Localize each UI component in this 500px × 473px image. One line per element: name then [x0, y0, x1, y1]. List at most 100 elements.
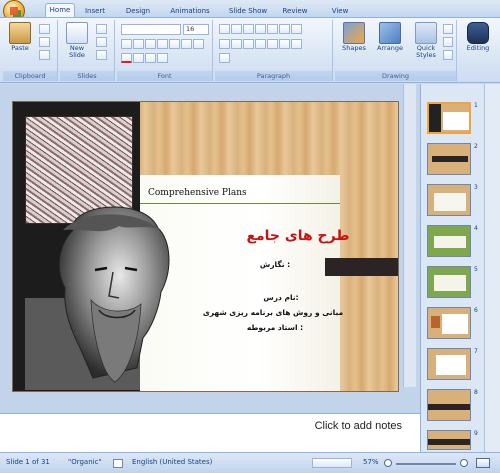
thumbnails-scrollbar[interactable] — [484, 84, 500, 452]
slides-group-label: Slides — [60, 71, 114, 81]
status-bar: Slide 1 of 31 "Organic" English (United … — [0, 452, 500, 473]
zoom-level[interactable]: 57% — [363, 458, 379, 466]
bold-icon — [121, 39, 132, 49]
notes-placeholder: Click to add notes — [314, 420, 402, 432]
increase-indent-icon — [255, 24, 266, 34]
language-indicator[interactable]: English (United States) — [132, 458, 212, 466]
tab-view[interactable]: View — [325, 5, 355, 17]
tab-review[interactable]: Review — [280, 5, 310, 17]
layout-icon[interactable] — [96, 24, 108, 35]
font-size-combo[interactable]: 16 — [183, 24, 209, 35]
fit-slide-icon[interactable] — [476, 458, 490, 468]
tab-animations[interactable]: Animations — [165, 5, 215, 17]
zoom-slider[interactable] — [396, 463, 456, 465]
font-color-icon — [121, 53, 132, 63]
new-slide-label: New Slide — [69, 44, 85, 59]
copy-icon[interactable] — [39, 37, 51, 48]
slides-group: New Slide Slides — [60, 20, 115, 81]
paragraph-row-1[interactable] — [219, 24, 303, 35]
binoculars-icon — [467, 22, 489, 44]
thumbnail-slide-7[interactable] — [427, 348, 471, 380]
arrange-label: Arrange — [377, 44, 403, 52]
new-slide-button[interactable]: New Slide — [62, 22, 92, 68]
thumbnail-slide-4[interactable] — [427, 225, 471, 257]
paragraph-row-2[interactable] — [219, 39, 303, 50]
slide-canvas[interactable]: Comprehensive Plans طرح های جامع نگارش :… — [12, 101, 399, 392]
clipboard-group-label: Clipboard — [3, 71, 57, 81]
font-format-row-2[interactable] — [121, 53, 169, 64]
slide-vertical-scrollbar[interactable] — [403, 84, 416, 387]
shape-effects-icon[interactable] — [443, 50, 454, 61]
paste-icon — [9, 22, 31, 44]
arrange-button[interactable]: Arrange — [375, 22, 405, 68]
thumbnail-slide-8[interactable] — [427, 389, 471, 421]
cut-icon[interactable] — [39, 24, 51, 35]
thumbnail-slide-2[interactable] — [427, 143, 471, 175]
thumbnail-number: 4 — [474, 225, 478, 232]
thumbnail-slide-9[interactable] — [427, 430, 471, 450]
thumbnail-number: 1 — [474, 102, 478, 109]
line-spacing-icon — [267, 24, 278, 34]
align-right-icon — [243, 39, 254, 49]
slide-line-course[interactable]: نام درس: — [241, 293, 321, 302]
thumbnail-slide-1[interactable] — [427, 102, 471, 134]
editing-button[interactable]: Editing — [463, 22, 493, 68]
slide-counter: Slide 1 of 31 — [6, 458, 50, 466]
slide-line-author[interactable]: نگارش : — [235, 260, 315, 269]
tab-design[interactable]: Design — [120, 5, 156, 17]
shape-outline-icon[interactable] — [443, 37, 454, 48]
zoom-in-icon[interactable] — [460, 459, 468, 467]
paste-button[interactable]: Paste — [5, 22, 35, 68]
text-direction-icon — [291, 24, 302, 34]
ribbon: Paste Clipboard New Slide Slides 16 Font — [0, 17, 500, 83]
thumbnail-slide-3[interactable] — [427, 184, 471, 216]
strikethrough-icon — [157, 39, 168, 49]
notes-pane[interactable]: Click to add notes — [0, 413, 420, 452]
drawing-group: Shapes Arrange Quick Styles Drawing — [335, 20, 457, 81]
align-left-icon — [219, 39, 230, 49]
slide-title[interactable]: طرح های جامع — [223, 228, 373, 250]
font-format-row-1[interactable] — [121, 39, 205, 50]
tab-slide-show[interactable]: Slide Show — [225, 5, 271, 17]
shape-fill-icon[interactable] — [443, 24, 454, 35]
drawing-group-label: Drawing — [335, 71, 456, 81]
tab-insert[interactable]: Insert — [80, 5, 110, 17]
tab-home[interactable]: Home — [45, 3, 75, 17]
clipboard-group: Paste Clipboard — [3, 20, 58, 81]
shrink-font-icon — [145, 53, 156, 63]
case-icon — [193, 39, 204, 49]
thumbnail-slide-6[interactable] — [427, 307, 471, 339]
clear-format-icon — [157, 53, 168, 63]
thumbnail-number: 5 — [474, 266, 478, 273]
font-name-combo[interactable] — [121, 24, 181, 35]
spacing-icon — [181, 39, 192, 49]
align-center-icon — [231, 39, 242, 49]
ltr-icon — [279, 39, 290, 49]
slide-line-course-name[interactable]: مبانی و روش های برنامه ریزی شهری — [193, 308, 353, 317]
decrease-indent-icon — [243, 24, 254, 34]
thumbnail-number: 8 — [474, 389, 478, 396]
paragraph-row-3[interactable] — [219, 53, 231, 64]
format-painter-icon[interactable] — [39, 50, 51, 61]
quick-styles-button[interactable]: Quick Styles — [411, 22, 441, 68]
paragraph-group-label: Paragraph — [215, 71, 332, 81]
thumbnail-number: 3 — [474, 184, 478, 191]
reset-icon[interactable] — [96, 37, 108, 48]
thumbnail-slide-5[interactable] — [427, 266, 471, 298]
slide-editing-pane: Comprehensive Plans طرح های جامع نگارش :… — [0, 84, 420, 413]
zoom-out-icon[interactable] — [384, 459, 392, 467]
thumbnail-number: 7 — [474, 348, 478, 355]
spelling-icon[interactable] — [113, 459, 123, 468]
delete-slide-icon[interactable] — [96, 50, 108, 61]
view-buttons[interactable] — [312, 458, 352, 468]
align-text-icon — [291, 39, 302, 49]
numbering-icon — [231, 24, 242, 34]
columns-icon — [279, 24, 290, 34]
arrange-icon — [379, 22, 401, 44]
thumbnail-number: 6 — [474, 307, 478, 314]
font-group-label: Font — [117, 71, 212, 81]
quick-styles-label: Quick Styles — [416, 44, 436, 59]
slide-line-instructor[interactable]: استاد مربوطه : — [225, 323, 325, 332]
shapes-button[interactable]: Shapes — [339, 22, 369, 68]
editing-label: Editing — [466, 44, 490, 52]
